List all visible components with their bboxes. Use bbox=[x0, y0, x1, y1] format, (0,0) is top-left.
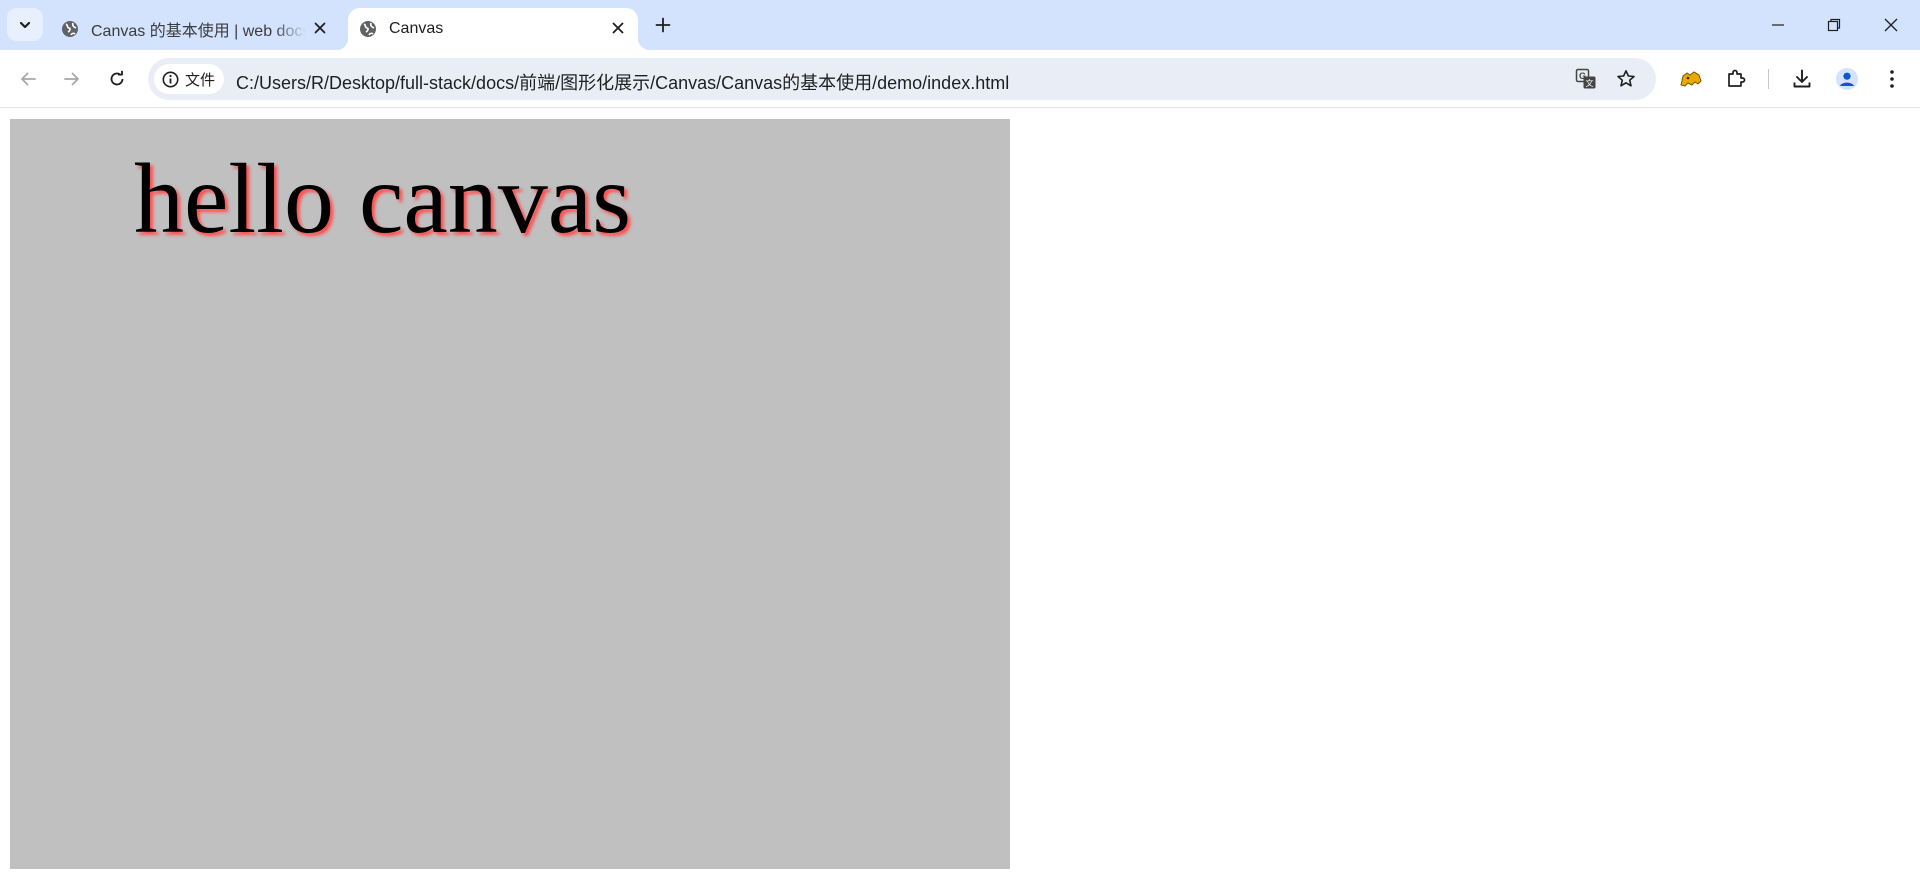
plus-icon bbox=[655, 17, 671, 33]
forward-button[interactable] bbox=[56, 63, 88, 95]
tab-search-button[interactable] bbox=[7, 8, 43, 41]
close-tab-button[interactable] bbox=[310, 18, 330, 38]
tab-strip: Canvas 的基本使用 | web docs Canvas bbox=[0, 0, 1920, 50]
canvas-text: hello canvas bbox=[134, 143, 632, 254]
close-tab-button[interactable] bbox=[608, 18, 628, 38]
new-tab-button[interactable] bbox=[652, 14, 674, 36]
more-menu-button[interactable] bbox=[1878, 65, 1906, 93]
close-icon bbox=[612, 22, 624, 34]
demo-canvas: hello canvas bbox=[10, 119, 1010, 869]
translate-button[interactable]: G 文 bbox=[1574, 67, 1598, 91]
svg-text:文: 文 bbox=[1586, 78, 1594, 88]
restore-icon bbox=[1827, 18, 1841, 32]
close-icon bbox=[314, 22, 326, 34]
bookmark-button[interactable] bbox=[1614, 67, 1638, 91]
arrow-right-icon bbox=[64, 72, 79, 86]
reload-icon bbox=[110, 70, 124, 86]
avatar-icon bbox=[1836, 68, 1858, 90]
profile-button[interactable] bbox=[1833, 65, 1861, 93]
close-icon bbox=[1884, 18, 1898, 32]
back-button[interactable] bbox=[12, 63, 44, 95]
minimize-icon bbox=[1772, 24, 1784, 26]
page-viewport: hello canvas bbox=[0, 109, 1920, 895]
puzzle-icon bbox=[1728, 69, 1746, 87]
restore-button[interactable] bbox=[1819, 10, 1849, 40]
extensions-menu-button[interactable] bbox=[1722, 65, 1750, 93]
address-bar[interactable]: 文件 C:/Users/R/Desktop/full-stack/docs/前端… bbox=[148, 58, 1656, 100]
star-icon bbox=[1617, 70, 1635, 87]
tab-title: Canvas bbox=[389, 20, 444, 37]
extension-button[interactable] bbox=[1677, 65, 1705, 93]
reload-button[interactable] bbox=[101, 63, 133, 95]
site-info-chip[interactable]: 文件 bbox=[154, 64, 224, 94]
site-info-label: 文件 bbox=[185, 71, 216, 89]
arrow-left-icon bbox=[21, 72, 36, 86]
tab-active[interactable]: Canvas bbox=[336, 8, 650, 50]
globe-icon bbox=[360, 21, 376, 37]
more-vertical-icon bbox=[1890, 70, 1894, 88]
extension-logo-icon bbox=[1680, 71, 1702, 87]
chevron-down-icon bbox=[19, 21, 31, 28]
close-window-button[interactable] bbox=[1876, 10, 1906, 40]
tab-title: Canvas 的基本使用 | web docs bbox=[91, 23, 306, 40]
toolbar-divider bbox=[1768, 69, 1769, 89]
downloads-button[interactable] bbox=[1788, 65, 1816, 93]
browser-toolbar: 文件 C:/Users/R/Desktop/full-stack/docs/前端… bbox=[0, 50, 1920, 108]
tab-inactive[interactable]: Canvas 的基本使用 | web docs bbox=[48, 8, 340, 50]
url-text[interactable]: C:/Users/R/Desktop/full-stack/docs/前端/图形… bbox=[236, 69, 1009, 95]
minimize-button[interactable] bbox=[1763, 10, 1793, 40]
info-icon bbox=[162, 71, 179, 87]
globe-icon bbox=[62, 21, 78, 37]
translate-icon: G 文 bbox=[1575, 68, 1596, 89]
download-icon bbox=[1793, 69, 1811, 88]
